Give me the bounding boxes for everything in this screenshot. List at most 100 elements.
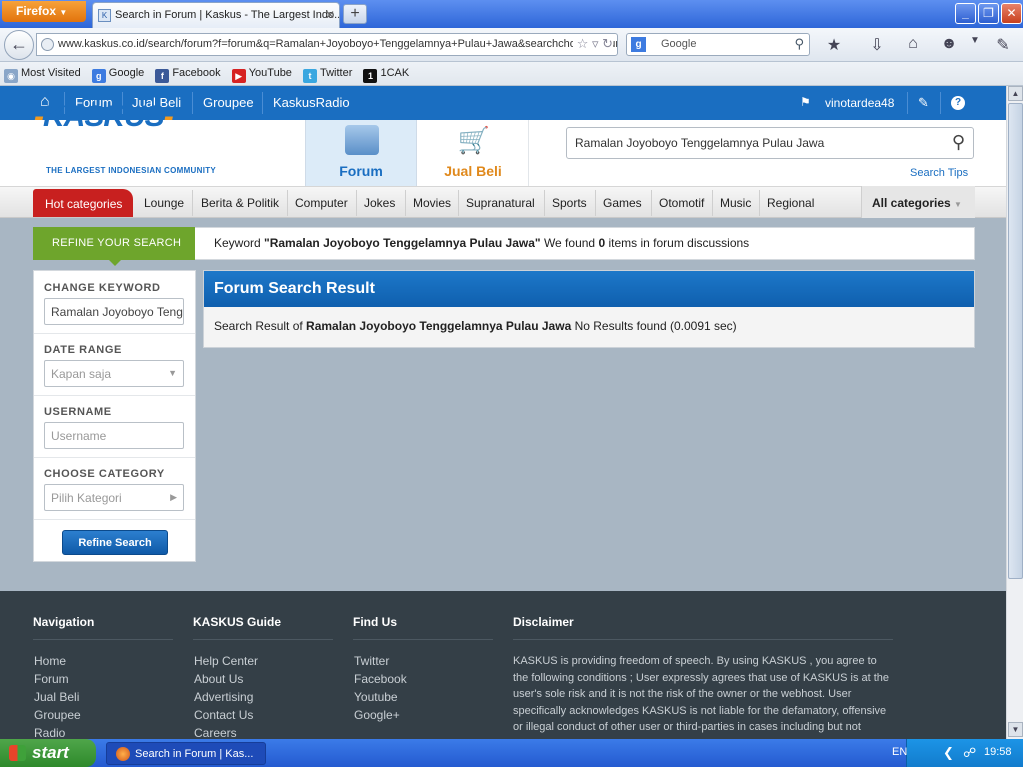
footer-link-radio[interactable]: Radio [34,726,65,739]
footer-link-groupee[interactable]: Groupee [34,708,81,722]
network-icon[interactable]: ☍ [963,745,976,761]
category-supranatural[interactable]: Supranatural [466,196,535,210]
category-sports[interactable]: Sports [552,196,587,210]
footer-link-jual-beli[interactable]: Jual Beli [34,690,79,704]
restore-button[interactable]: ❐ [978,3,999,24]
result-title: Forum Search Result [204,271,974,307]
bookmarks-menu-icon[interactable]: ★ [823,35,845,55]
firefox-menu-button[interactable]: Firefox ▼ [2,1,86,22]
bookmark-1cak[interactable]: 1 1CAK [363,67,409,83]
category-computer[interactable]: Computer [295,196,348,210]
site-identity-icon[interactable] [41,38,54,51]
footer-link-youtube[interactable]: Youtube [354,690,398,704]
downloads-icon[interactable]: ⇩ [866,35,888,55]
refine-sidebar: CHANGE KEYWORD Ramalan Joyoboyo Tenggela… [33,270,196,562]
system-tray: EN ❮ ☍ 19:58 [892,739,1023,767]
category-music[interactable]: Music [720,196,751,210]
logo-text: KASKUS [43,100,165,133]
username-link[interactable]: vinotardea48 [825,96,894,110]
new-tab-button[interactable]: + [343,4,367,24]
footer-link-contact-us[interactable]: Contact Us [194,708,253,722]
footer-link-googleplus[interactable]: Google+ [354,708,400,722]
category-games[interactable]: Games [603,196,642,210]
addon-icon[interactable]: ☻ [938,35,960,53]
jualbeli-section-tab[interactable]: 🛒 Jual Beli [417,120,529,186]
category-otomotif[interactable]: Otomotif [659,196,704,210]
hot-categories-button[interactable]: Hot categories [33,189,133,217]
refine-search-button[interactable]: Refine Search [62,530,168,555]
footer-link-home[interactable]: Home [34,654,66,668]
bookmark-star-icon[interactable]: ☆ ▿ ↻ [572,36,613,52]
all-categories-dropdown[interactable]: All categories ▼ [861,186,975,218]
topnav-kaskusradio[interactable]: KaskusRadio [273,95,350,110]
url-bar[interactable]: www.kaskus.co.id/search/forum?f=forum&q=… [36,33,618,56]
menu-dropdown-icon[interactable]: ▼ [964,35,986,46]
browser-search-field[interactable]: g Google ⚲ [626,33,810,56]
topnav-groupee[interactable]: Groupee [203,95,254,110]
search-icon[interactable]: ⚲ [794,36,804,52]
date-range-value: Kapan saja [51,367,112,381]
back-button[interactable]: ← [4,30,34,60]
result-query: Ramalan Joyoboyo Tenggelamnya Pulau Jawa [306,319,572,333]
vertical-scrollbar[interactable]: ▲ ▼ [1006,86,1023,739]
footer-disclaimer-title: Disclaimer [513,615,574,629]
keyword-input[interactable]: Ramalan Joyoboyo Tenggelamnya Pulau Jawa [44,298,184,325]
category-lounge[interactable]: Lounge [144,196,184,210]
category-movies[interactable]: Movies [413,196,451,210]
bookmark-twitter[interactable]: t Twitter [303,67,352,83]
keyword-input-value: Ramalan Joyoboyo Tenggelamnya Pulau Jawa [51,305,183,319]
keyword-value: "Ramalan Joyoboyo Tenggelamnya Pulau Jaw… [264,236,541,250]
start-button[interactable]: start [0,739,96,767]
category-berita-politik[interactable]: Berita & Politik [201,196,279,210]
category-value: Pilih Kategori [51,491,122,505]
minimize-button[interactable]: _ [955,3,976,24]
category-jokes[interactable]: Jokes [364,196,395,210]
firefox-menu-label: Firefox [16,4,57,18]
date-range-select[interactable]: Kapan saja ▼ [44,360,184,387]
close-window-button[interactable]: ✕ [1001,3,1022,24]
footer-link-advertising[interactable]: Advertising [194,690,253,704]
search-tips-link[interactable]: Search Tips [910,167,968,179]
taskbar-firefox-window[interactable]: Search in Forum | Kas... [106,742,266,765]
browser-tab[interactable]: K Search in Forum | Kaskus - The Largest… [92,2,340,28]
start-label: start [32,743,69,762]
username-input[interactable]: Username [44,422,184,449]
language-indicator[interactable]: EN [892,746,907,758]
twitter-icon: t [303,69,317,83]
bookmark-facebook[interactable]: f Facebook [155,67,221,83]
footer-link-careers[interactable]: Careers [194,726,237,739]
help-icon[interactable]: ? [951,96,965,110]
footer-link-help-center[interactable]: Help Center [194,654,258,668]
jualbeli-tab-label: Jual Beli [444,163,502,179]
keyword-prefix: Keyword [214,236,265,250]
taskbar-window-label: Search in Forum | Kas... [135,748,254,760]
bookmark-youtube[interactable]: ▶ YouTube [231,67,292,83]
username-label: USERNAME [44,406,112,418]
search-icon[interactable]: ⚲ [952,132,965,153]
category-regional[interactable]: Regional [767,196,814,210]
tray-collapse-icon[interactable]: ❮ [943,745,954,761]
edit-pencil-icon[interactable]: ✎ [918,95,929,111]
footer-link-facebook[interactable]: Facebook [354,672,407,686]
bookmark-most-visited[interactable]: ◉ Most Visited [4,67,81,83]
pen-tool-icon[interactable]: ✎ [992,35,1014,55]
bookmark-google[interactable]: g Google [91,67,144,83]
category-select[interactable]: Pilih Kategori ▶ [44,484,184,511]
forum-section-tab[interactable]: Forum [305,120,417,186]
scroll-up-icon[interactable]: ▲ [1008,86,1023,101]
1cak-icon: 1 [363,69,378,83]
close-tab-icon[interactable]: ✕ [325,8,335,22]
google-icon[interactable]: g [631,37,646,52]
bookmark-label: Most Visited [21,67,81,79]
home-icon[interactable]: ⌂ [902,35,924,53]
footer-link-forum[interactable]: Forum [34,672,69,686]
keyword-summary: Keyword "Ramalan Joyoboyo Tenggelamnya P… [214,236,749,250]
clock[interactable]: 19:58 [984,746,1012,758]
scroll-thumb[interactable] [1008,103,1023,579]
footer-link-twitter[interactable]: Twitter [354,654,389,668]
footer-link-about-us[interactable]: About Us [194,672,243,686]
site-search-input[interactable]: Ramalan Joyoboyo Tenggelamnya Pulau Jawa… [566,127,974,159]
kaskus-logo[interactable]: -KASKUS- [34,100,174,134]
chevron-down-icon: ▼ [165,368,177,378]
scroll-down-icon[interactable]: ▼ [1008,722,1023,737]
